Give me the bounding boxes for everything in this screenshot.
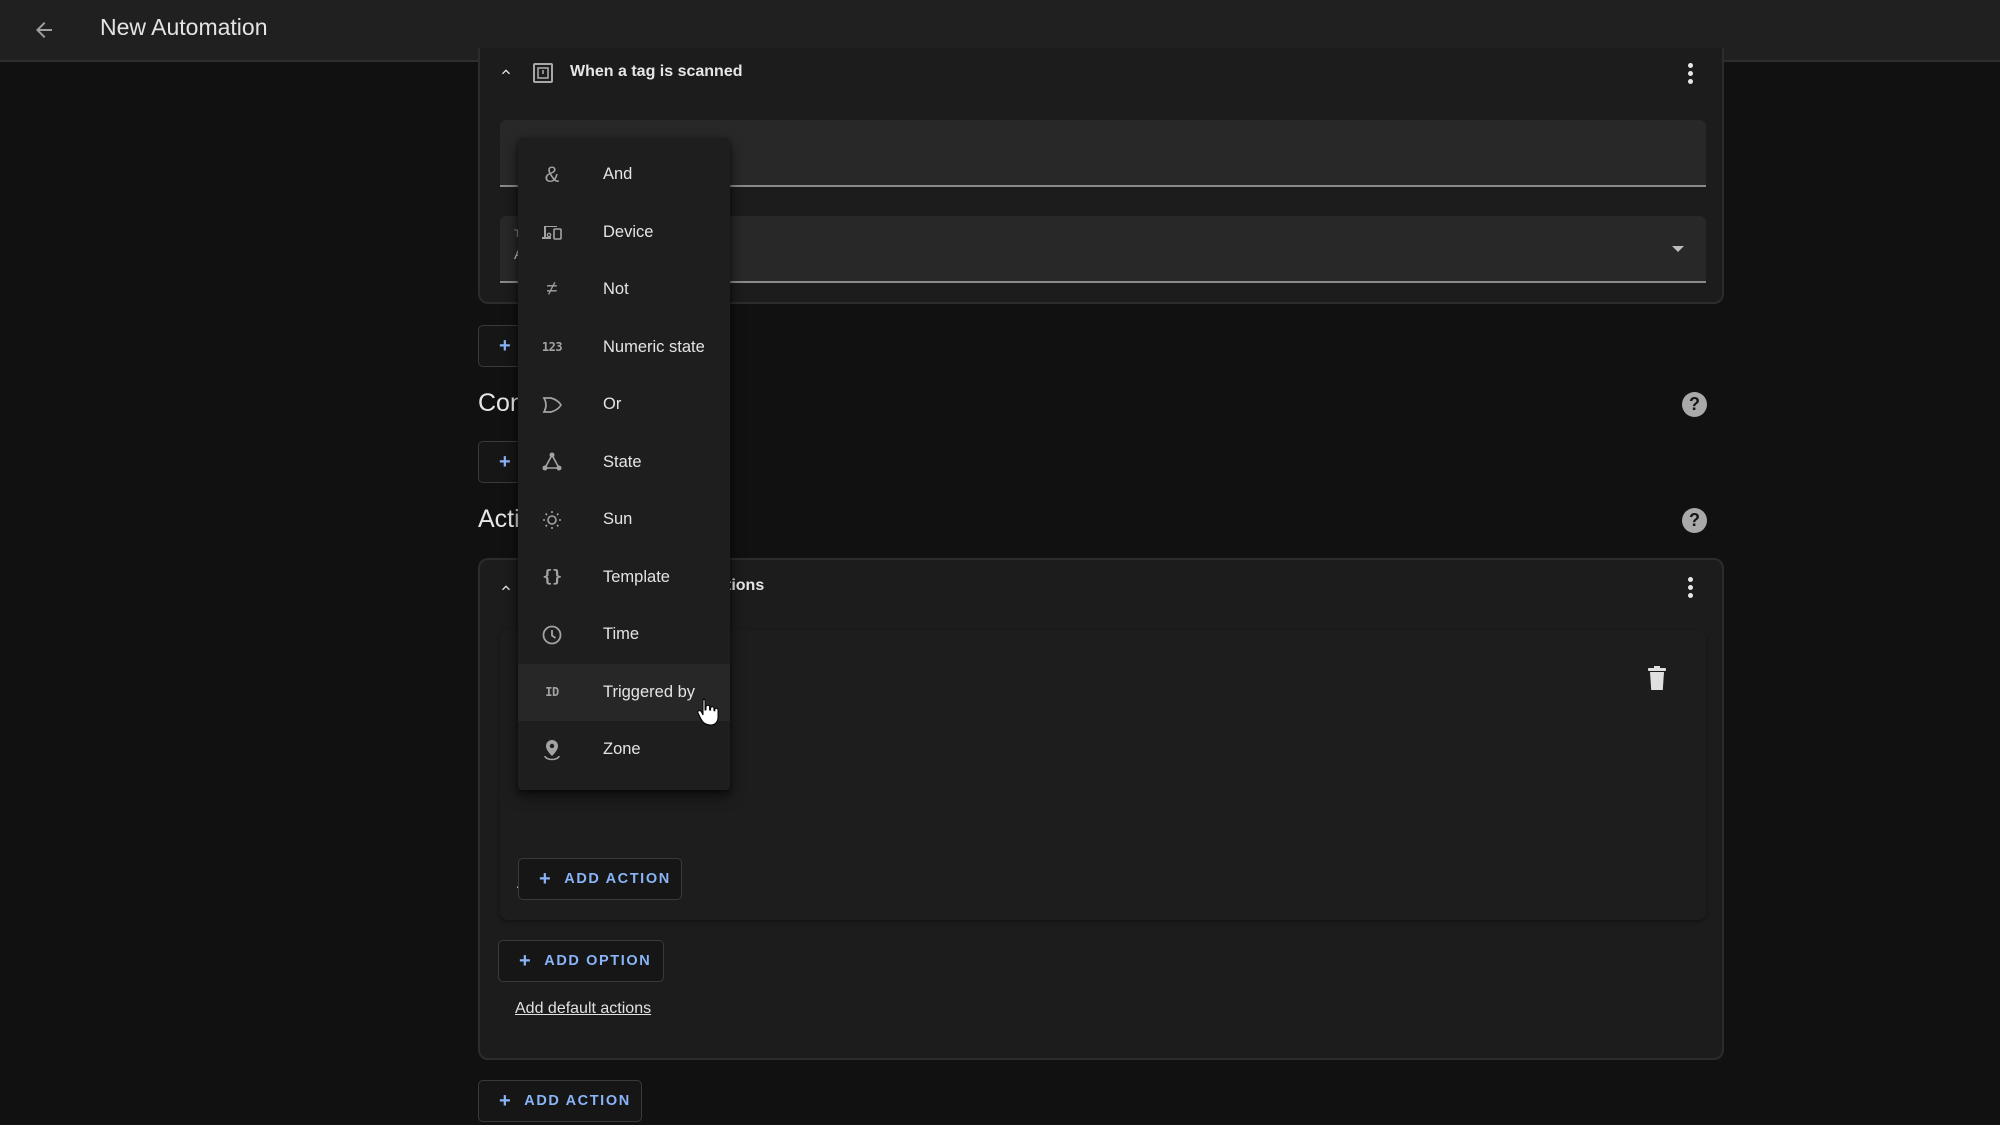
action-title: tions — [726, 577, 765, 594]
dot — [1687, 78, 1693, 84]
code-braces-icon: {} — [542, 567, 562, 588]
collapse-chevron[interactable] — [496, 62, 516, 82]
menu-item-and[interactable]: & And — [518, 146, 730, 204]
trigger-title: When a tag is scanned — [570, 63, 743, 80]
menu-item-label: Zone — [603, 740, 641, 759]
dot — [1687, 584, 1693, 590]
menu-item-label: State — [603, 452, 642, 471]
menu-item-label: Time — [603, 625, 640, 644]
collapse-chevron[interactable] — [496, 578, 516, 598]
add-action-button-inner[interactable]: + ADD ACTION — [518, 858, 682, 900]
devices-icon — [540, 220, 564, 244]
menu-item-time[interactable]: Time — [518, 606, 730, 664]
state-machine-icon — [540, 450, 564, 474]
sun-icon — [540, 508, 564, 532]
plus-icon: + — [499, 450, 513, 473]
plus-icon: + — [539, 867, 553, 890]
add-option-label: ADD OPTION — [544, 953, 652, 969]
nfc-tag-icon — [531, 61, 555, 90]
dot — [1687, 62, 1693, 68]
menu-item-zone[interactable]: Zone — [518, 721, 730, 779]
condition-type-menu: & And Device ≠ Not 123 Numeric state Or … — [518, 138, 730, 790]
action-overflow-menu[interactable] — [1678, 572, 1702, 602]
delete-option-button[interactable] — [1646, 666, 1668, 697]
trigger-overflow-menu[interactable] — [1678, 58, 1702, 88]
dot — [1687, 592, 1693, 598]
add-action-label: ADD ACTION — [564, 871, 671, 887]
dropdown-arrow-icon[interactable] — [1672, 246, 1684, 252]
chevron-up-icon — [502, 69, 510, 75]
page-title: New Automation — [100, 14, 268, 40]
add-action-label: ADD ACTION — [524, 1093, 631, 1109]
menu-item-sun[interactable]: Sun — [518, 491, 730, 549]
menu-item-label: And — [603, 165, 633, 184]
conditions-help-icon[interactable]: ? — [1682, 392, 1707, 417]
ampersand-icon: & — [544, 161, 560, 187]
back-button[interactable] — [26, 12, 62, 48]
add-default-actions-link[interactable]: Add default actions — [515, 1000, 651, 1018]
menu-item-label: Triggered by — [603, 682, 696, 701]
plus-icon: + — [499, 334, 513, 357]
menu-item-label: Template — [603, 567, 670, 586]
map-marker-icon — [540, 738, 564, 762]
chevron-up-icon — [502, 585, 510, 591]
clock-icon — [540, 623, 564, 647]
menu-item-label: Not — [603, 280, 629, 299]
add-option-button[interactable]: + ADD OPTION — [498, 940, 664, 982]
conditions-heading: Con — [478, 389, 524, 417]
plus-icon: + — [519, 949, 533, 972]
actions-heading: Acti — [478, 505, 520, 533]
menu-item-state[interactable]: State — [518, 434, 730, 492]
dot — [1687, 70, 1693, 76]
menu-item-label: Sun — [603, 510, 633, 529]
dot — [1687, 576, 1693, 582]
menu-item-template[interactable]: {} Template — [518, 549, 730, 607]
menu-item-not[interactable]: ≠ Not — [518, 261, 730, 319]
or-gate-icon — [540, 393, 564, 417]
menu-item-or[interactable]: Or — [518, 376, 730, 434]
menu-item-label: Numeric state — [603, 337, 705, 356]
plus-icon: + — [499, 1089, 513, 1112]
numeric-icon: 123 — [541, 340, 563, 355]
menu-item-label: Device — [603, 222, 654, 241]
arrow-left-icon — [36, 22, 52, 38]
id-icon: ID — [545, 685, 559, 700]
not-equal-icon: ≠ — [546, 278, 558, 301]
menu-item-numeric-state[interactable]: 123 Numeric state — [518, 319, 730, 377]
menu-item-device[interactable]: Device — [518, 204, 730, 262]
menu-item-triggered-by[interactable]: ID Triggered by — [518, 663, 730, 721]
menu-item-label: Or — [603, 395, 622, 414]
add-action-button[interactable]: + ADD ACTION — [478, 1080, 642, 1122]
actions-help-icon[interactable]: ? — [1682, 508, 1707, 533]
trigger-card-header[interactable]: When a tag is scanned — [480, 48, 1722, 100]
trash-icon — [1648, 666, 1666, 690]
